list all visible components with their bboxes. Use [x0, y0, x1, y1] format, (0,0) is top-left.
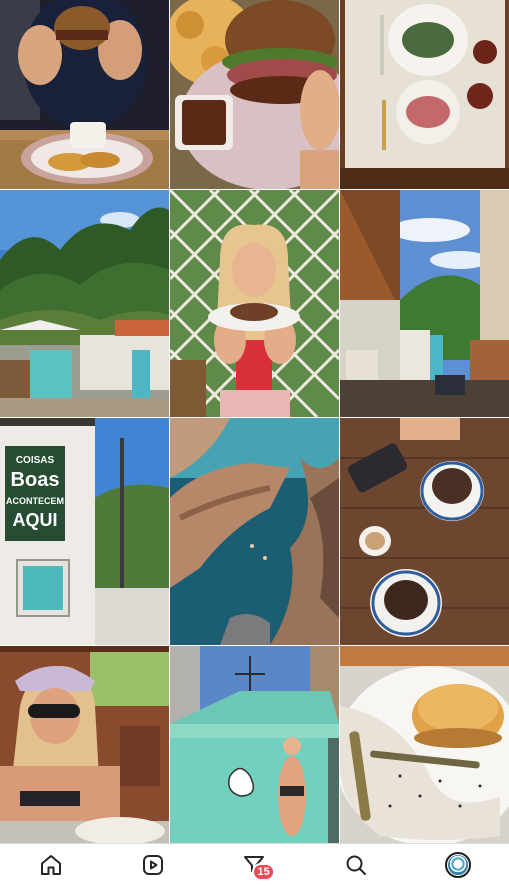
forest-hill-photo[interactable]	[0, 190, 169, 417]
woman-with-cake-photo[interactable]	[170, 190, 339, 417]
reels-button[interactable]	[133, 845, 173, 885]
home-button[interactable]	[31, 845, 71, 885]
woman-sunglasses-photo[interactable]	[0, 646, 169, 844]
restaurant-street-photo[interactable]	[340, 190, 509, 417]
acai-bowls-photo[interactable]	[340, 418, 509, 645]
beach-hut-photo[interactable]	[170, 646, 339, 844]
profile-avatar	[445, 852, 472, 878]
sign-line-2: Boas	[11, 469, 60, 491]
sign-line-1: COISAS	[16, 455, 55, 466]
home-icon	[40, 855, 61, 875]
profile-button[interactable]	[438, 845, 478, 885]
breakfast-table-photo[interactable]	[340, 0, 509, 189]
rocky-coast-photo[interactable]	[170, 418, 339, 645]
burger-hands-photo[interactable]	[0, 0, 169, 189]
boas-sign-photo[interactable]: COISAS Boas ACONTECEM AQUI	[0, 418, 169, 645]
search-icon	[346, 855, 367, 875]
search-button[interactable]	[336, 845, 376, 885]
notification-badge: 15	[252, 863, 275, 881]
pancake-plate-photo[interactable]	[340, 646, 509, 844]
reels-icon	[142, 855, 163, 875]
photo-grid: COISAS Boas ACONTECEM AQUI	[0, 0, 509, 844]
burger-closeup-photo[interactable]	[170, 0, 339, 189]
sign-line-4: AQUI	[13, 510, 58, 530]
bottom-navigation: 15	[0, 843, 509, 886]
avatar-image	[448, 855, 469, 875]
sign-line-3: ACONTECEM	[6, 496, 64, 506]
activity-button[interactable]: 15	[234, 845, 275, 885]
